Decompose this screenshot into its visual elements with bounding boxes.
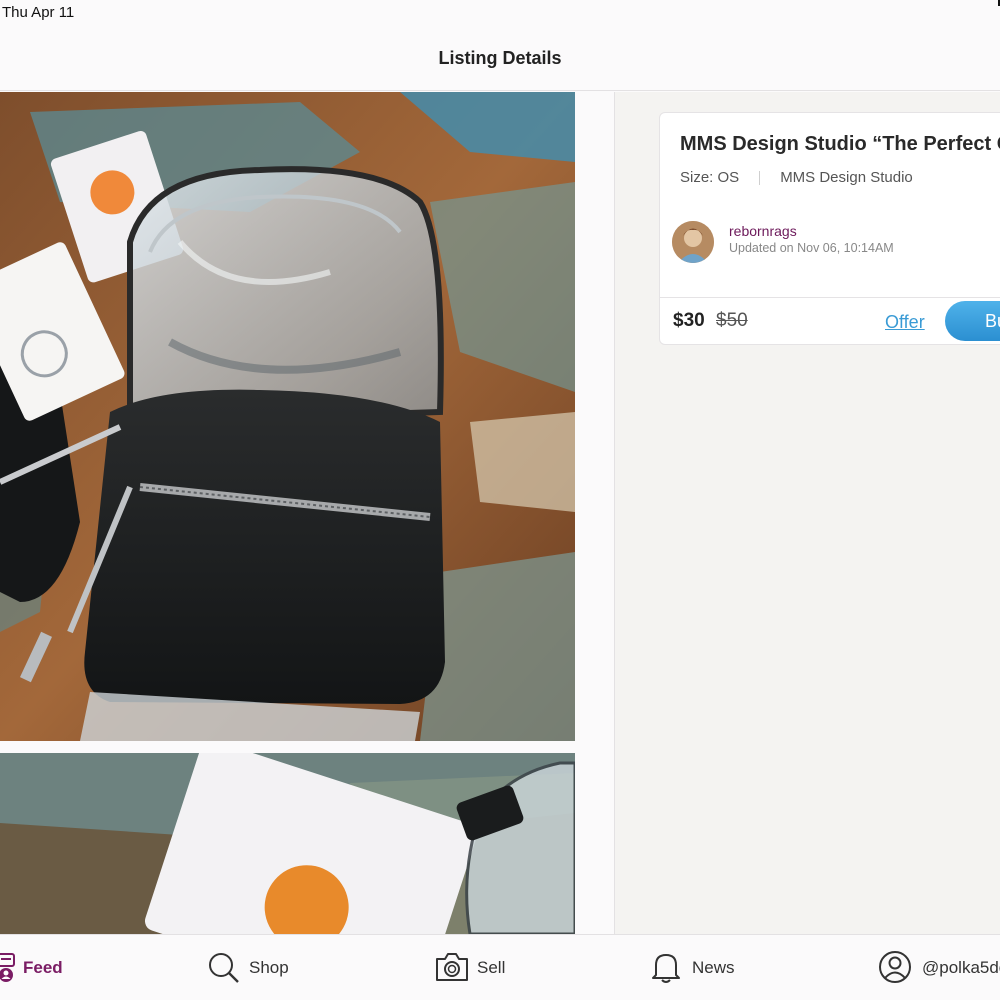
price-row: $30 $50 Offer Bu <box>660 297 1000 344</box>
tab-profile[interactable]: @polka5dc <box>878 951 1000 983</box>
buy-button[interactable]: Bu <box>945 301 1000 341</box>
photo-gallery[interactable] <box>0 92 614 934</box>
listing-title: MMS Design Studio “The Perfect C <box>680 133 1000 155</box>
brand-label[interactable]: MMS Design Studio <box>780 169 913 186</box>
camera-icon <box>436 953 468 981</box>
feed-icon <box>0 953 15 982</box>
listing-card: MMS Design Studio “The Perfect C Size: O… <box>659 112 1000 345</box>
nav-header: Listing Details <box>0 28 1000 91</box>
page-title: Listing Details <box>438 48 562 68</box>
tab-feed[interactable]: Feed <box>0 951 86 983</box>
offer-button[interactable]: Offer <box>885 312 925 333</box>
tab-news-label: News <box>692 958 735 977</box>
bell-icon <box>652 954 680 983</box>
profile-icon <box>879 951 911 983</box>
price-current: $30 <box>673 310 705 331</box>
tab-news[interactable]: News <box>650 951 740 983</box>
listing-photo-1[interactable] <box>0 92 575 741</box>
detail-panel: MMS Design Studio “The Perfect C Size: O… <box>615 92 1000 934</box>
price-original: $50 <box>716 310 748 331</box>
listing-photo-2[interactable] <box>0 753 575 934</box>
listing-meta: Size: OS MMS Design Studio <box>680 169 913 186</box>
tab-shop-label: Shop <box>249 958 289 977</box>
status-bar: Thu Apr 11 <box>0 0 1000 28</box>
size-label: Size: OS <box>680 169 740 186</box>
status-indicator <box>994 0 1000 6</box>
seller-username[interactable]: rebornrags <box>729 223 797 239</box>
status-time: Thu Apr 11 <box>2 4 75 21</box>
tab-sell[interactable]: Sell <box>435 951 515 983</box>
tab-shop[interactable]: Shop <box>207 951 297 983</box>
tab-feed-label: Feed <box>23 958 63 977</box>
tab-bar: Feed Shop Sell News @polka5dc <box>0 934 1000 1000</box>
tab-profile-label: @polka5dc <box>922 958 1000 977</box>
seller-avatar[interactable] <box>672 221 714 263</box>
search-icon <box>209 953 239 983</box>
listing-updated: Updated on Nov 06, 10:14AM <box>729 241 894 255</box>
tab-sell-label: Sell <box>477 958 506 977</box>
meta-separator <box>759 171 761 186</box>
